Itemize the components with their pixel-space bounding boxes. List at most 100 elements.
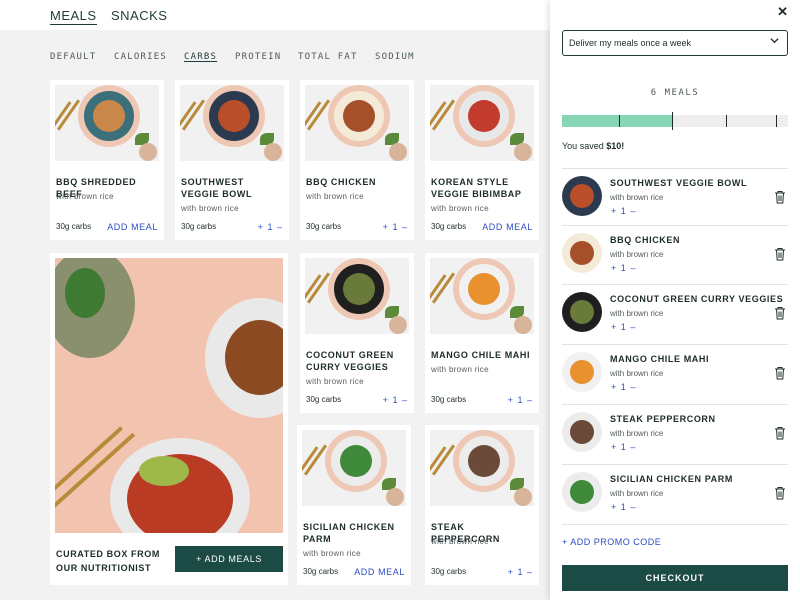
trash-icon[interactable]	[774, 426, 786, 440]
stepper-count: 1	[620, 502, 626, 512]
meal-card[interactable]: KOREAN STYLE VEGGIE BIBIMBAP with brown …	[425, 80, 539, 240]
meal-card[interactable]: MANGO CHILE MAHI with brown rice 30g car…	[425, 253, 539, 413]
quantity-stepper: + 1 –	[610, 382, 636, 392]
quantity-stepper: + 1 –	[610, 502, 636, 512]
stepper-plus-button[interactable]: +	[610, 382, 617, 392]
stepper-plus-button[interactable]: +	[382, 222, 389, 232]
progress-tick	[776, 115, 777, 127]
meal-image	[305, 258, 409, 334]
chevron-down-icon	[770, 36, 779, 47]
meal-card[interactable]: COCONUT GREEN CURRY VEGGIES with brown r…	[300, 253, 414, 413]
cart-divider	[562, 344, 788, 345]
cart-divider	[562, 404, 788, 405]
quantity-stepper: + 1 –	[507, 395, 533, 405]
stepper-count: 1	[620, 382, 626, 392]
trash-icon[interactable]	[774, 366, 786, 380]
sort-tab-carbs[interactable]: CARBS	[184, 52, 217, 62]
stepper-count: 1	[392, 222, 398, 232]
stepper-minus-button[interactable]: –	[401, 395, 408, 405]
cart-item-image	[562, 472, 602, 512]
meal-carbs: 30g carbs	[431, 395, 467, 404]
stepper-plus-button[interactable]: +	[610, 206, 617, 216]
meal-subtitle: with brown rice	[181, 204, 239, 213]
progress-tick	[619, 115, 620, 127]
savings-message: You saved $10!	[562, 141, 624, 151]
trash-icon[interactable]	[774, 306, 786, 320]
meal-carbs: 30g carbs	[306, 395, 342, 404]
savings-prefix: You saved	[562, 141, 607, 151]
stepper-plus-button[interactable]: +	[610, 322, 617, 332]
add-meal-button[interactable]: ADD MEAL	[107, 222, 158, 232]
add-meals-button[interactable]: + ADD MEALS	[175, 546, 283, 572]
stepper-minus-button[interactable]: –	[629, 382, 636, 392]
stepper-minus-button[interactable]: –	[629, 263, 636, 273]
add-promo-code-link[interactable]: + ADD PROMO CODE	[562, 537, 661, 547]
meal-subtitle: with brown rice	[56, 192, 114, 201]
progress-tick	[672, 112, 673, 130]
trash-icon[interactable]	[774, 247, 786, 261]
stepper-plus-button[interactable]: +	[257, 222, 264, 232]
sort-tab-total-fat[interactable]: TOTAL FAT	[298, 52, 358, 62]
meal-subtitle: with brown rice	[303, 549, 361, 558]
nav-tab-snacks[interactable]: SNACKS	[111, 8, 167, 23]
meal-carbs: 30g carbs	[181, 222, 217, 231]
meal-card[interactable]: STEAK PEPPERCORN with brown rice 30g car…	[425, 425, 539, 585]
cart-item-name: SICILIAN CHICKEN PARM	[610, 474, 733, 484]
cart-item-name: MANGO CHILE MAHI	[610, 354, 710, 364]
sort-tab-default[interactable]: DEFAULT	[50, 52, 96, 62]
stepper-minus-button[interactable]: –	[526, 395, 533, 405]
stepper-minus-button[interactable]: –	[629, 442, 636, 452]
meal-card[interactable]: BBQ SHREDDED BEEF with brown rice 30g ca…	[50, 80, 164, 240]
stepper-plus-button[interactable]: +	[507, 567, 514, 577]
cart-divider	[562, 464, 788, 465]
meal-image	[180, 85, 284, 161]
cart-divider	[562, 168, 788, 169]
cart-item-name: BBQ CHICKEN	[610, 235, 681, 245]
meal-card[interactable]: SOUTHWEST VEGGIE BOWL with brown rice 30…	[175, 80, 289, 240]
sort-tab-calories[interactable]: CALORIES	[114, 52, 167, 62]
stepper-minus-button[interactable]: –	[276, 222, 283, 232]
trash-icon[interactable]	[774, 190, 786, 204]
sort-tab-sodium[interactable]: SODIUM	[375, 52, 415, 62]
close-icon[interactable]: ✕	[777, 4, 788, 20]
stepper-minus-button[interactable]: –	[629, 322, 636, 332]
cart-item-subtitle: with brown rice	[610, 193, 664, 202]
meal-subtitle: with brown rice	[306, 377, 364, 386]
cart-item-name: SOUTHWEST VEGGIE BOWL	[610, 178, 748, 188]
stepper-minus-button[interactable]: –	[526, 567, 533, 577]
delivery-frequency-select[interactable]: Deliver my meals once a week	[562, 30, 788, 56]
quantity-stepper: + 1 –	[507, 567, 533, 577]
meal-image	[305, 85, 409, 161]
add-meal-button[interactable]: ADD MEAL	[354, 567, 405, 577]
savings-amount: $10!	[606, 141, 625, 151]
stepper-minus-button[interactable]: –	[629, 502, 636, 512]
quantity-stepper: + 1 –	[610, 442, 636, 452]
cart-item-image	[562, 352, 602, 392]
stepper-minus-button[interactable]: –	[401, 222, 408, 232]
stepper-plus-button[interactable]: +	[610, 263, 617, 273]
stepper-plus-button[interactable]: +	[382, 395, 389, 405]
stepper-plus-button[interactable]: +	[610, 502, 617, 512]
cart-item-name: COCONUT GREEN CURRY VEGGIES	[610, 294, 784, 304]
top-nav: MEALS SNACKS	[0, 0, 550, 30]
meal-title: MANGO CHILE MAHI	[431, 350, 531, 360]
progress-fill	[562, 115, 673, 127]
nav-tab-meals[interactable]: MEALS	[50, 8, 97, 25]
stepper-plus-button[interactable]: +	[507, 395, 514, 405]
cart-item: MANGO CHILE MAHI with brown rice + 1 –	[562, 348, 788, 406]
stepper-count: 1	[517, 395, 523, 405]
meal-title: BBQ CHICKEN	[306, 177, 377, 187]
meal-card[interactable]: BBQ CHICKEN with brown rice 30g carbs + …	[300, 80, 414, 240]
quantity-stepper: + 1 –	[610, 263, 636, 273]
trash-icon[interactable]	[774, 486, 786, 500]
stepper-plus-button[interactable]: +	[610, 442, 617, 452]
stepper-minus-button[interactable]: –	[629, 206, 636, 216]
stepper-count: 1	[267, 222, 273, 232]
meal-image	[430, 258, 534, 334]
checkout-button[interactable]: CHECKOUT	[562, 565, 788, 591]
add-meal-button[interactable]: ADD MEAL	[482, 222, 533, 232]
sort-tab-protein[interactable]: PROTEIN	[235, 52, 281, 62]
quantity-stepper: + 1 –	[610, 322, 636, 332]
meal-card[interactable]: SICILIAN CHICKEN PARM with brown rice 30…	[297, 425, 411, 585]
delivery-frequency-value: Deliver my meals once a week	[569, 38, 692, 48]
